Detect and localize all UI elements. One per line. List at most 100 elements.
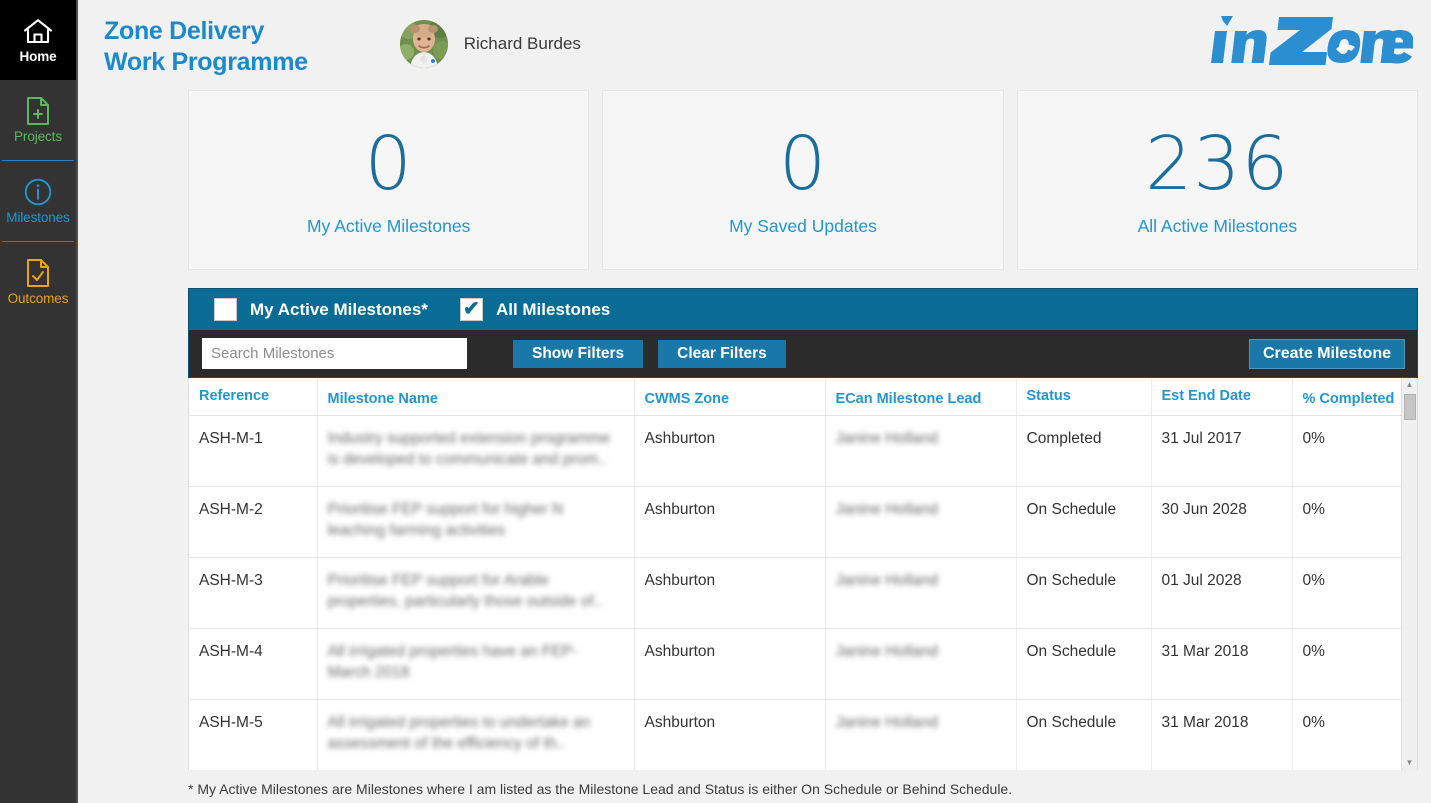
cell-lead: Janine Holland [825,699,1017,770]
sidebar-item-projects[interactable]: Projects [0,80,76,160]
cell-pct: 0% [1292,699,1401,770]
sidebar-item-label-home: Home [19,49,57,64]
main-content: Zone Delivery Work Programme Richard Bur… [78,0,1431,803]
checkbox-my-active-milestones[interactable]: My Active Milestones* [214,298,428,321]
filter-toolbar-actions-band: Show Filters Clear Filters Create Milest… [189,330,1417,377]
sidebar-item-milestones[interactable]: Milestones [0,161,76,241]
redacted-text: All irrigated properties to undertake an… [327,714,591,752]
cell-reference: ASH-M-1 [189,415,318,487]
redacted-text: Prioritise FEP support for higher N leac… [327,501,564,539]
search-input[interactable] [202,338,467,369]
create-milestone-button[interactable]: Create Milestone [1248,338,1405,369]
cell-lead: Janine Holland [825,486,1017,558]
cell-reference: ASH-M-3 [189,557,318,629]
sidebar-item-label-milestones: Milestones [6,210,70,225]
cell-pct: 0% [1292,486,1401,558]
redacted-text: Industry supported extension programme i… [327,430,611,468]
cell-zone: Ashburton [634,415,826,487]
column-header-milestone-name[interactable]: Milestone Name [317,378,635,416]
checkbox-box-my-active[interactable] [214,298,237,321]
cell-zone: Ashburton [634,699,826,770]
table-row[interactable]: ASH-M-2 Prioritise FEP support for higher… [189,486,1401,558]
info-circle-icon [23,177,53,207]
table-row[interactable]: ASH-M-3 Prioritise FEP support for Arable… [189,557,1401,629]
cell-pct: 0% [1292,415,1401,487]
cell-reference: ASH-M-2 [189,486,318,558]
cell-date: 31 Jul 2017 [1151,415,1293,487]
page-title: Zone Delivery Work Programme [104,17,308,76]
cell-status: On Schedule [1016,486,1152,558]
cell-pct: 0% [1292,557,1401,629]
cell-lead: Janine Holland [825,415,1017,487]
table-body: ASH-M-1 Industry supported extension prog… [189,415,1401,770]
page-header: Zone Delivery Work Programme Richard Bur… [78,0,1431,90]
cell-zone: Ashburton [634,486,826,558]
redacted-text: Janine Holland [835,714,939,731]
scrollbar-thumb[interactable] [1403,394,1416,420]
redacted-text: Janine Holland [835,643,939,660]
milestones-table: Reference Milestone Name CWMS Zone ECan … [189,378,1401,770]
cell-status: On Schedule [1016,699,1152,770]
redacted-text: Janine Holland [835,430,939,447]
checkbox-box-all-milestones[interactable]: ✔ [459,297,483,321]
clear-filters-button[interactable]: Clear Filters [658,339,786,368]
milestones-table-container: Reference Milestone Name CWMS Zone ECan … [188,378,1418,770]
sidebar-item-outcomes[interactable]: Outcomes [0,242,76,322]
home-icon [23,16,53,46]
redacted-text: Janine Holland [835,572,939,589]
sidebar-item-home[interactable]: Home [0,0,76,80]
cell-status: Completed [1016,415,1152,487]
cell-status: On Schedule [1016,628,1152,700]
column-header-pct-completed[interactable]: % Completed [1292,378,1401,416]
cell-date: 31 Mar 2018 [1151,699,1293,770]
column-header-reference[interactable]: Reference [189,378,318,416]
table-header: Reference Milestone Name CWMS Zone ECan … [189,378,1401,416]
redacted-text: Janine Holland [835,501,939,518]
column-header-est-end-date[interactable]: Est End Date [1151,378,1293,416]
sidebar-item-label-outcomes: Outcomes [7,291,69,306]
stat-card-value: 236 [1145,120,1290,207]
scroll-down-arrow-icon[interactable]: ▼ [1402,756,1418,770]
redacted-text: Prioritise FEP support for Arable proper… [327,572,603,610]
document-check-icon [26,258,50,288]
footnote: * My Active Milestones are Milestones wh… [188,775,1431,803]
user-block[interactable]: Richard Burdes [399,8,581,68]
stat-card-my-saved-updates[interactable]: 0 My Saved Updates [602,90,1004,270]
stat-card-my-active-milestones[interactable]: 0 My Active Milestones [188,90,590,270]
column-header-ecan-milestone-lead[interactable]: ECan Milestone Lead [825,378,1017,416]
table-header-row: Reference Milestone Name CWMS Zone ECan … [189,378,1401,416]
cell-date: 01 Jul 2028 [1151,557,1293,629]
cell-lead: Janine Holland [825,557,1017,629]
stat-cards: 0 My Active Milestones 0 My Saved Update… [78,90,1431,270]
table-vertical-scrollbar[interactable]: ▲ ▼ [1401,378,1417,770]
scroll-up-arrow-icon[interactable]: ▲ [1402,378,1418,392]
cell-reference: ASH-M-4 [189,628,318,700]
stat-card-label: My Active Milestones [306,215,471,236]
table-row[interactable]: ASH-M-1 Industry supported extension prog… [189,415,1401,487]
checkbox-label-all-milestones: All Milestones [495,299,611,319]
cell-status: On Schedule [1016,557,1152,629]
cell-pct: 0% [1292,628,1401,700]
cell-name: All irrigated properties to undertake an… [317,699,635,770]
cell-name: Industry supported extension programme i… [317,415,635,487]
inzone-logo [1201,10,1413,72]
stat-card-all-active-milestones[interactable]: 236 All Active Milestones [1016,90,1418,270]
table-row[interactable]: ASH-M-5 All irrigated properties to under… [189,699,1401,770]
cell-name: Prioritise FEP support for Arable proper… [317,557,635,629]
checkbox-all-milestones[interactable]: ✔ All Milestones [459,297,611,321]
cell-date: 30 Jun 2028 [1151,486,1293,558]
cell-lead: Janine Holland [825,628,1017,700]
column-header-cwms-zone[interactable]: CWMS Zone [634,378,826,416]
cell-name: All irrigated properties have an FEP- Ma… [317,628,635,700]
check-icon: ✔ [463,297,480,320]
redacted-text: All irrigated properties have an FEP- Ma… [327,643,578,681]
user-name: Richard Burdes [463,34,581,53]
cell-name: Prioritise FEP support for higher N leac… [317,486,635,558]
sidebar-filler [0,322,76,803]
column-header-status[interactable]: Status [1016,378,1152,416]
stat-card-label: All Active Milestones [1137,215,1298,236]
table-row[interactable]: ASH-M-4 All irrigated properties have an … [189,628,1401,700]
show-filters-button[interactable]: Show Filters [513,339,644,368]
cell-zone: Ashburton [634,628,826,700]
milestones-table-scroll-area: Reference Milestone Name CWMS Zone ECan … [189,378,1401,770]
